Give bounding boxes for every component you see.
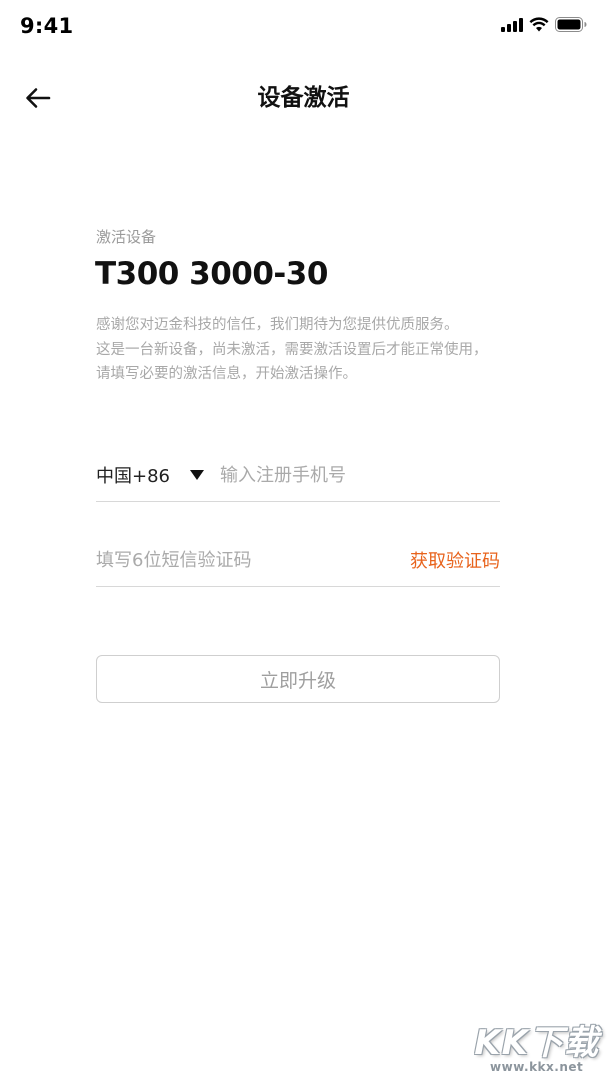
device-description: 感谢您对迈金科技的信任，我们期待为您提供优质服务。 这是一台新设备，尚未激活，需… (96, 313, 516, 387)
battery-icon (555, 17, 587, 32)
description-line: 这是一台新设备，尚未激活，需要激活设置后才能正常使用， (96, 341, 488, 358)
back-button[interactable] (22, 82, 54, 114)
status-time: 9:41 (20, 14, 74, 38)
watermark-url: www.kkx.net (490, 1060, 584, 1074)
wifi-icon (529, 17, 549, 32)
section-label: 激活设备 (96, 228, 157, 246)
sms-code-input[interactable] (96, 545, 376, 575)
signal-icon (501, 17, 523, 32)
triangle-down-icon (190, 470, 204, 480)
device-name: T300 3000-30 (95, 256, 328, 292)
country-code-select[interactable]: 中国+86 (96, 450, 204, 500)
upgrade-button[interactable]: 立即升级 (96, 655, 500, 703)
phone-row: 中国+86 (96, 450, 500, 502)
description-line: 请填写必要的激活信息，开始激活操作。 (96, 366, 357, 382)
watermark: KK下载 www.kkx.net (474, 1015, 599, 1074)
watermark-logo: KK下载 (474, 1023, 599, 1063)
status-bar: 9:41 (0, 0, 607, 56)
description-line: 感谢您对迈金科技的信任，我们期待为您提供优质服务。 (96, 317, 459, 333)
phone-input[interactable] (220, 460, 490, 490)
page-title: 设备激活 (257, 85, 350, 111)
status-icons (501, 17, 587, 32)
country-code-label: 中国+86 (96, 466, 170, 487)
get-code-button[interactable]: 获取验证码 (410, 547, 500, 573)
code-row: 获取验证码 (96, 535, 500, 587)
arrow-left-icon (26, 88, 51, 108)
